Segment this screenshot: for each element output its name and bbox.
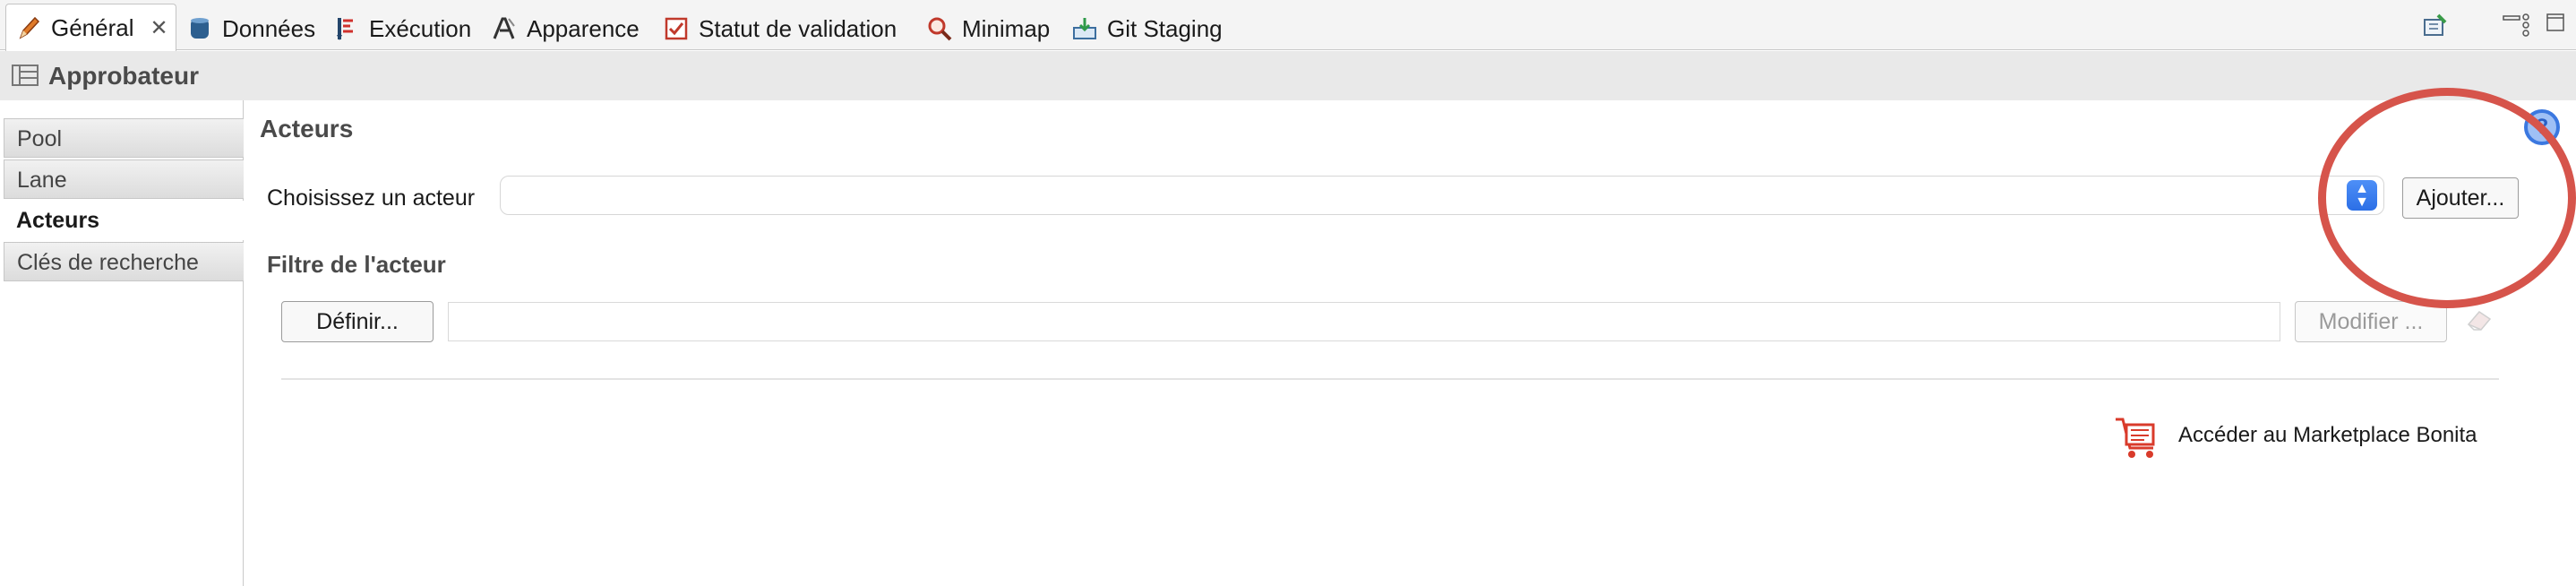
checkbox-validation-icon (663, 15, 690, 42)
sidebar-item-lane[interactable]: Lane (4, 159, 244, 199)
tab-execution[interactable]: Exécution (333, 7, 471, 50)
new-view-icon[interactable] (2422, 13, 2447, 38)
tab-git-staging[interactable]: Git Staging (1071, 7, 1223, 50)
git-staging-icon (1071, 15, 1098, 42)
magnifier-icon (926, 15, 953, 42)
properties-sidebar: Pool Lane Acteurs Clés de recherche (0, 100, 244, 586)
tab-label: Exécution (369, 14, 472, 42)
tab-minimap[interactable]: Minimap (926, 7, 1050, 50)
eraser-icon[interactable] (2465, 306, 2495, 338)
tab-donnees[interactable]: Données (186, 7, 315, 50)
page-title: Acteurs (260, 115, 354, 142)
marketplace-cart-icon[interactable] (2112, 412, 2162, 467)
tab-label: Apparence (527, 14, 640, 42)
marketplace-link[interactable]: Accéder au Marketplace Bonita (2178, 423, 2477, 448)
close-tab-icon[interactable]: ✕ (150, 15, 168, 41)
tab-statut-validation[interactable]: Statut de validation (663, 7, 897, 50)
highlight-annotation (2318, 88, 2576, 308)
tab-label: Git Staging (1107, 14, 1223, 42)
define-filter-button[interactable]: Définir... (281, 301, 434, 342)
execution-flow-icon (333, 15, 360, 42)
actor-label: Choisissez un acteur (267, 185, 476, 211)
database-icon (186, 15, 213, 42)
pencil-icon (15, 14, 42, 41)
divider (281, 378, 2499, 380)
minimize-icon[interactable] (2503, 11, 2520, 21)
task-list-icon (11, 64, 39, 91)
editor-tab-bar: Général ✕ Données Exécution Apparence St… (0, 0, 2576, 51)
section-header: Approbateur (0, 51, 2576, 100)
sidebar-item-acteurs[interactable]: Acteurs (4, 201, 244, 240)
maximize-icon[interactable] (2546, 13, 2565, 32)
tab-general[interactable]: Général ✕ (5, 4, 176, 51)
actor-select[interactable] (500, 176, 2384, 215)
appearance-icon (491, 15, 518, 42)
sidebar-item-pool[interactable]: Pool (4, 118, 244, 158)
tab-label: Statut de validation (699, 14, 897, 42)
tab-label: Minimap (962, 14, 1051, 42)
sidebar-item-cles-de-recherche[interactable]: Clés de recherche (4, 242, 244, 281)
actor-filter-title: Filtre de l'acteur (267, 251, 446, 278)
tab-label: Données (222, 14, 316, 42)
tab-label: Général (51, 13, 134, 41)
tab-apparence[interactable]: Apparence (491, 7, 640, 50)
actor-filter-field (448, 302, 2280, 341)
modify-filter-button[interactable]: Modifier ... (2295, 301, 2447, 342)
section-title: Approbateur (48, 62, 199, 90)
